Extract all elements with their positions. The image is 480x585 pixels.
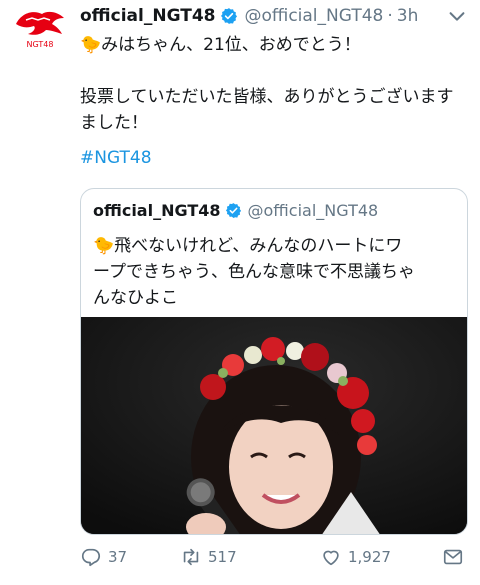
handle[interactable]: @official_NGT48 <box>244 6 383 26</box>
ngt48-logo-icon: NGT48 <box>16 11 64 49</box>
separator-dot: · <box>387 6 393 26</box>
tweet-text: 🐤みはちゃん、21位、おめでとう！ 投票していただいた皆様、ありがとうございます… <box>80 32 460 136</box>
tweet-text-line: 投票していただいた皆様、ありがとうございます <box>80 87 454 107</box>
hashtag-link[interactable]: #NGT48 <box>80 148 152 168</box>
chevron-down-icon[interactable] <box>446 5 468 27</box>
quoted-tweet-photo[interactable] <box>81 317 467 534</box>
quoted-text-line: ープできちゃう、色んな意味で不思議ちゃ <box>93 262 415 282</box>
retweet-icon <box>183 548 199 566</box>
verified-icon <box>221 8 238 24</box>
quoted-tweet-header: official_NGT48 @official_NGT48 <box>93 201 378 220</box>
tweet-text-line: 🐤みはちゃん、21位、おめでとう！ <box>80 35 361 55</box>
quoted-tweet-text: 🐤飛べないけれど、みんなのハートにワ ープできちゃう、色んな意味で不思議ちゃ ん… <box>93 233 457 311</box>
like-count: 1,927 <box>348 548 391 566</box>
verified-icon <box>225 203 241 218</box>
tweet-text-line: ました！ <box>80 113 148 133</box>
quoted-display-name: official_NGT48 <box>93 201 221 220</box>
direct-message-button[interactable] <box>442 546 470 568</box>
display-name[interactable]: official_NGT48 <box>80 6 215 26</box>
reply-count: 37 <box>108 548 128 566</box>
retweet-count: 517 <box>208 548 237 566</box>
reply-icon <box>81 548 101 567</box>
heart-icon <box>323 550 339 566</box>
action-bar: 37 517 1,927 <box>80 544 470 574</box>
retweet-button[interactable]: 517 <box>180 546 237 568</box>
svg-text:NGT48: NGT48 <box>27 40 54 49</box>
quoted-text-line: んなひよこ <box>93 288 178 308</box>
envelope-icon <box>443 549 463 565</box>
like-button[interactable]: 1,927 <box>320 546 391 568</box>
timestamp[interactable]: 3h <box>397 6 419 26</box>
quoted-handle: @official_NGT48 <box>247 201 379 220</box>
reply-button[interactable]: 37 <box>80 546 127 568</box>
tweet-header: official_NGT48 @official_NGT48 · 3h <box>80 4 470 28</box>
tweet-text-line <box>80 58 460 84</box>
photo-illustration <box>81 317 467 534</box>
quoted-text-line: 🐤飛べないけれど、みんなのハートにワ <box>93 236 403 256</box>
avatar[interactable]: NGT48 <box>12 6 68 50</box>
quoted-tweet[interactable]: official_NGT48 @official_NGT48 🐤飛べないけれど、… <box>80 188 468 535</box>
